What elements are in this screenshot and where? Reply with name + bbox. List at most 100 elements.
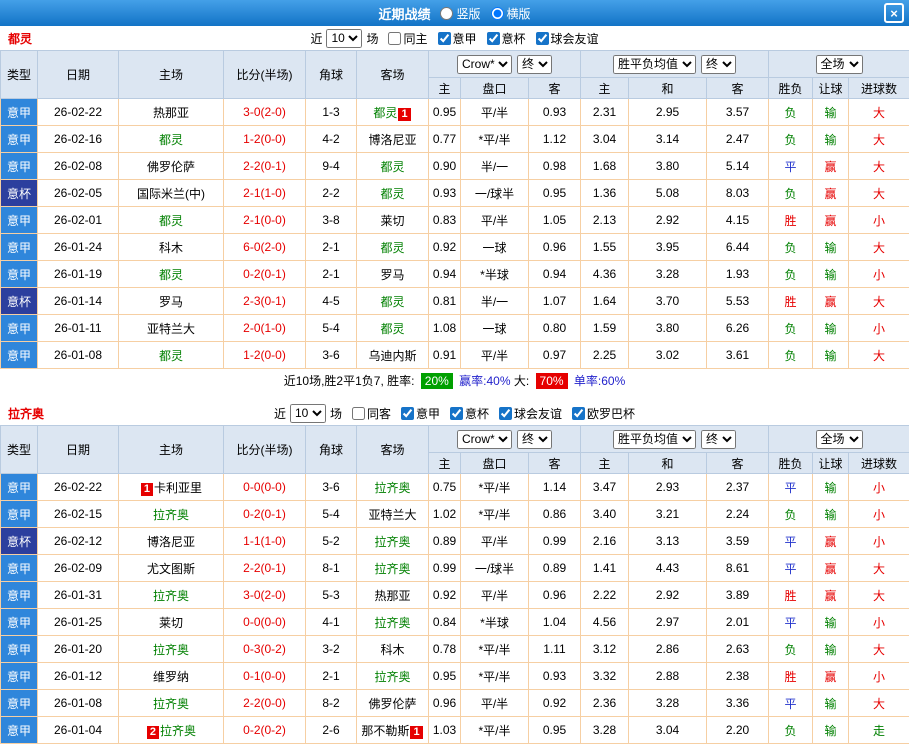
match-row: 意甲 26-01-11 亚特兰大 2-0(1-0) 5-4 都灵 1.08 一球 0.80 1.5… xyxy=(0,314,909,342)
handicap-result: 输 xyxy=(812,260,850,288)
close-icon[interactable]: × xyxy=(884,3,904,23)
asian-away-odds: 0.95 xyxy=(528,716,581,744)
league-cell: 意甲 xyxy=(0,152,38,180)
filter-checkbox-input[interactable] xyxy=(388,31,402,45)
sub-column-header: 盘口 xyxy=(460,77,529,99)
filter-checkbox-3[interactable]: 球会友谊 xyxy=(535,30,599,47)
score-cell: 2-1(0-0) xyxy=(223,206,306,234)
asian-home-odds: 0.90 xyxy=(428,152,461,180)
home-team-cell: 莱切 xyxy=(118,608,224,636)
asian-home-odds: 0.93 xyxy=(428,179,461,207)
home-team-cell: 国际米兰(中) xyxy=(118,179,224,207)
radio-vertical-label: 竖版 xyxy=(456,6,481,21)
filter-checkbox-input[interactable] xyxy=(437,31,451,45)
radio-horizontal-input[interactable] xyxy=(490,6,504,20)
filter-checkbox-3[interactable]: 球会友谊 xyxy=(499,405,562,422)
filter-checkbox-input[interactable] xyxy=(499,406,513,420)
match-result: 平 xyxy=(768,152,814,180)
date-cell: 26-02-22 xyxy=(37,98,119,126)
scope-select[interactable]: 全场 xyxy=(815,429,863,449)
euro-company-select[interactable]: 胜平负均值 xyxy=(613,429,696,449)
home-team-name: 都灵 xyxy=(158,132,183,147)
layout-radio-vertical[interactable]: 竖版 xyxy=(440,5,481,22)
away-team-name: 亚特兰大 xyxy=(368,507,417,522)
euro-time-select[interactable]: 终 xyxy=(701,429,736,449)
home-team-name: 拉齐奥 xyxy=(160,723,197,738)
asian-away-odds: 0.95 xyxy=(528,179,581,207)
page-title: 近期战绩 xyxy=(378,6,431,22)
filter-bar: 拉齐奥 近 10 场 同客 意甲 意杯 球会友谊 欧罗巴杯 xyxy=(0,401,909,425)
match-row: 意甲 26-02-22 热那亚 3-0(2-0) 1-3 都灵 1 0.95 平/半 0.93 2.… xyxy=(0,98,909,126)
away-team-cell: 莱切 xyxy=(356,206,429,234)
corner-cell: 2-1 xyxy=(305,233,357,261)
column-header: 角球 xyxy=(305,50,357,99)
filter-checkbox-1[interactable]: 意甲 xyxy=(437,30,477,47)
euro-company-select[interactable]: 胜平负均值 xyxy=(613,54,696,74)
home-team-name: 拉齐奥 xyxy=(152,507,189,522)
euro-away-odds: 2.24 xyxy=(705,500,770,528)
euro-draw-odds: 3.02 xyxy=(628,341,707,369)
euro-draw-odds: 2.93 xyxy=(628,473,707,501)
filter-checkbox-input[interactable] xyxy=(400,406,414,420)
away-team-cell: 都灵 xyxy=(356,314,429,342)
column-header: 主场 xyxy=(118,50,224,99)
date-cell: 26-01-31 xyxy=(37,581,119,609)
match-result: 负 xyxy=(768,314,814,342)
home-team-cell: 1 卡利亚里 xyxy=(118,473,224,501)
filter-checkbox-0[interactable]: 同客 xyxy=(351,405,391,422)
away-team-name: 拉齐奥 xyxy=(374,480,411,495)
asian-handicap: 平/半 xyxy=(460,689,529,717)
column-header: 角球 xyxy=(305,425,357,474)
asian-home-odds: 0.92 xyxy=(428,233,461,261)
column-header: 日期 xyxy=(37,425,119,474)
filter-checkbox-2[interactable]: 意杯 xyxy=(450,405,489,422)
asian-handicap: *平/半 xyxy=(460,716,529,744)
asian-handicap: 半/一 xyxy=(460,287,529,315)
layout-radio-horizontal[interactable]: 横版 xyxy=(490,5,531,22)
away-team-cell: 都灵 xyxy=(356,179,429,207)
filter-checkbox-input[interactable] xyxy=(450,406,463,420)
column-header: 比分(半场) xyxy=(223,50,306,99)
scope-select[interactable]: 全场 xyxy=(815,54,863,74)
match-count-select[interactable]: 10 xyxy=(289,403,326,423)
home-team-cell: 博洛尼亚 xyxy=(118,527,224,555)
euro-home-odds: 4.56 xyxy=(580,608,629,636)
filter-checkbox-input[interactable] xyxy=(351,406,365,420)
filter-checkbox-input[interactable] xyxy=(535,31,549,45)
asian-away-odds: 1.04 xyxy=(528,608,581,636)
league-cell: 意甲 xyxy=(0,314,38,342)
home-team-name: 拉齐奥 xyxy=(152,696,189,711)
euro-time-select[interactable]: 终 xyxy=(701,54,736,74)
score-cell: 2-1(1-0) xyxy=(223,179,306,207)
match-count-select[interactable]: 10 xyxy=(326,28,363,48)
odds-time-select[interactable]: 终 xyxy=(517,429,552,449)
filter-checkbox-input[interactable] xyxy=(572,406,586,420)
odds-time-select[interactable]: 终 xyxy=(517,54,552,74)
away-team-cell: 拉齐奥 xyxy=(356,608,429,636)
asian-handicap: 一球 xyxy=(460,233,529,261)
filter-checkbox-1[interactable]: 意甲 xyxy=(400,405,440,422)
home-team-cell: 都灵 xyxy=(118,260,224,288)
score-cell: 2-3(0-1) xyxy=(223,287,306,315)
odds-company-select[interactable]: Crow* xyxy=(457,54,512,74)
match-row: 意甲 26-02-22 1 卡利亚里 0-0(0-0) 3-6 拉齐奥 0.75 *平/半 1.1… xyxy=(0,473,909,501)
home-team-cell: 热那亚 xyxy=(118,98,224,126)
league-cell: 意甲 xyxy=(0,233,38,261)
asian-handicap: 平/半 xyxy=(460,581,529,609)
corner-cell: 2-1 xyxy=(305,662,357,690)
match-row: 意甲 26-02-09 尤文图斯 2-2(0-1) 8-1 拉齐奥 0.99 一/球半 0.89… xyxy=(0,554,909,582)
odds-company-select[interactable]: Crow* xyxy=(457,429,512,449)
euro-home-odds: 3.12 xyxy=(580,635,629,663)
score-cell: 3-0(2-0) xyxy=(223,581,306,609)
red-card-badge: 1 xyxy=(398,107,411,121)
league-cell: 意甲 xyxy=(0,554,38,582)
filter-checkbox-4[interactable]: 欧罗巴杯 xyxy=(572,405,635,422)
filter-checkbox-2[interactable]: 意杯 xyxy=(486,30,526,47)
filter-checkbox-input[interactable] xyxy=(486,31,500,45)
asian-away-odds: 1.14 xyxy=(528,473,581,501)
match-result: 胜 xyxy=(768,206,814,234)
match-result: 负 xyxy=(768,233,814,261)
filter-checkbox-0[interactable]: 同主 xyxy=(388,30,428,47)
radio-vertical-input[interactable] xyxy=(440,6,454,20)
league-cell: 意甲 xyxy=(0,716,38,744)
